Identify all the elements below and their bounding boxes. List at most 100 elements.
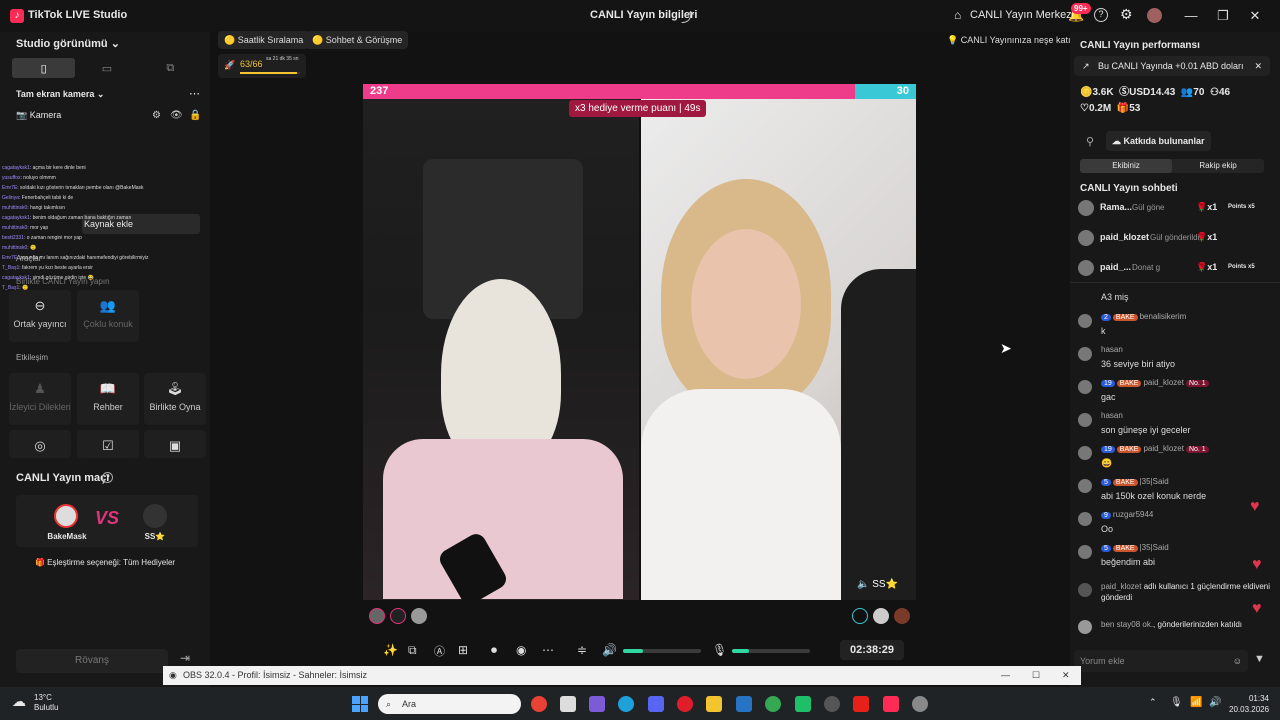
- viewer-wishes-button[interactable]: ♟ İzleyici Dilekleri: [9, 373, 71, 425]
- exit-icon[interactable]: ⇥: [180, 651, 190, 665]
- eye-icon[interactable]: 👁: [170, 110, 183, 121]
- comment-input[interactable]: Yorum ekle ☺: [1074, 650, 1248, 672]
- mail-icon[interactable]: [736, 696, 752, 712]
- fan-badge: BAKE: [1112, 314, 1138, 321]
- maximize-button[interactable]: ❐: [1213, 6, 1233, 26]
- minimize-button[interactable]: —: [1181, 6, 1201, 26]
- portrait-view-button[interactable]: ▯: [12, 58, 76, 78]
- chrome-icon[interactable]: [531, 696, 547, 712]
- landscape-view-button[interactable]: ▭: [75, 58, 138, 78]
- likes-value: 0.2M: [1088, 103, 1112, 114]
- source-settings-icon[interactable]: ⚙: [152, 110, 161, 121]
- close-button[interactable]: ✕: [1245, 6, 1265, 26]
- cheer-button[interactable]: 💡 CANLI Yayınınıza neşe katın: [941, 31, 1081, 49]
- match-option[interactable]: 🎁 Eşleştirme seçeneği: Tüm Hediyeler: [35, 558, 175, 567]
- windows-start-icon[interactable]: [352, 696, 368, 712]
- box-tool-button[interactable]: ▣: [144, 430, 206, 458]
- chat-user: |35|Said: [1139, 477, 1169, 486]
- share-icon[interactable]: ⤴: [681, 7, 694, 26]
- rival-gifter-1-avatar[interactable]: [852, 608, 868, 624]
- contributor-add-icon[interactable]: ⚲: [1086, 135, 1094, 148]
- second-person: [841, 269, 916, 600]
- live-preview[interactable]: 🔈 SS⭐ 237 30 x3 hediye verme puanı | 49s: [363, 84, 916, 600]
- mic-icon[interactable]: 🎙: [712, 643, 727, 657]
- obs-minimize-button[interactable]: —: [1001, 666, 1010, 685]
- help-icon[interactable]: ?: [1094, 8, 1108, 22]
- edge-icon[interactable]: [618, 696, 634, 712]
- discord-icon[interactable]: [648, 696, 664, 712]
- folder-icon[interactable]: [706, 696, 722, 712]
- clock-time: 01:34: [1248, 694, 1269, 703]
- volume-icon[interactable]: 🔊: [602, 643, 617, 657]
- chat-meet-button[interactable]: 🟡 Sohbet & Görüşme: [306, 31, 409, 49]
- cohost-button[interactable]: ⊖ Ortak yayıncı: [9, 290, 71, 342]
- top-gifter-1-avatar[interactable]: [369, 608, 385, 624]
- scene-dropdown[interactable]: Tam ekran kamera ⌄: [16, 89, 104, 100]
- tab-my-team[interactable]: Ekibiniz: [1080, 159, 1172, 173]
- avatar[interactable]: [1147, 8, 1162, 23]
- youtube-icon[interactable]: [853, 696, 869, 712]
- more-options-icon[interactable]: ⋯: [542, 643, 554, 657]
- dual-view-button[interactable]: ⧉: [139, 58, 202, 78]
- app-icon[interactable]: [795, 696, 811, 712]
- record-icon[interactable]: ⏺: [491, 643, 497, 658]
- rival-gifter-2-avatar[interactable]: [873, 608, 889, 624]
- hourly-rank-button[interactable]: 🟡 Saatlik Sıralama: [218, 31, 310, 49]
- clock[interactable]: 01:34 20.03.2026: [1229, 693, 1269, 715]
- dismiss-icon[interactable]: ✕: [1254, 56, 1262, 76]
- play-together-button[interactable]: 🕹 Birlikte Oyna: [144, 373, 206, 425]
- studio-view-dropdown[interactable]: Studio görünümü ⌄: [16, 37, 120, 50]
- camera-switch-icon[interactable]: ◉: [516, 643, 526, 657]
- weather-widget[interactable]: 13°C Bulutlu: [34, 693, 58, 713]
- contributors-button[interactable]: ☁ Katkıda bulunanlar: [1106, 131, 1211, 151]
- live-center-button[interactable]: CANLI Yayın Merkezi: [970, 9, 1074, 21]
- top-gifter-3-avatar[interactable]: [411, 608, 427, 624]
- guide-label: Rehber: [93, 402, 123, 412]
- taskbar-search[interactable]: ⌕ Ara: [378, 694, 521, 714]
- ai-effects-icon[interactable]: Ⓐ: [434, 643, 445, 659]
- lock-icon[interactable]: 🔒: [189, 110, 201, 121]
- overlay-chat-line: Gelinya: Fenerbahçeli tabii ki de: [2, 193, 207, 203]
- pinned-gift-row: paid_klozet Gül gönderildi 🌹x1: [1078, 230, 1274, 248]
- mic-slider[interactable]: [732, 649, 810, 653]
- emoji-icon[interactable]: ☺: [1233, 650, 1242, 672]
- chevron-up-icon[interactable]: ⌃: [1149, 697, 1157, 708]
- guest-shirt: [641, 389, 841, 600]
- home-icon[interactable]: ⌂: [954, 8, 961, 22]
- obs-maximize-button[interactable]: ☐: [1032, 666, 1040, 685]
- mixer-icon[interactable]: ≑: [577, 643, 587, 657]
- chat-meta: hasan: [1101, 345, 1280, 354]
- rival-gifter-3-avatar[interactable]: [894, 608, 910, 624]
- obs-window-bar[interactable]: ◉ OBS 32.0.4 - Profil: İsimsiz - Sahnele…: [163, 666, 1081, 685]
- rematch-button[interactable]: Rövanş: [16, 649, 168, 673]
- volume-slider[interactable]: [623, 649, 701, 653]
- opera-icon[interactable]: [677, 696, 693, 712]
- overlay-chat-line: cagatayksk1: açma bir kere dinle beni: [2, 163, 207, 173]
- tab-rival-team[interactable]: Rakip ekip: [1172, 159, 1264, 173]
- add-overlay-icon[interactable]: ⊞: [458, 643, 468, 657]
- goal-progress[interactable]: 🚀 63/66 sa 21 dk 35 sn: [218, 54, 306, 78]
- store-icon[interactable]: [560, 696, 576, 712]
- weather-icon[interactable]: ☁: [12, 693, 26, 710]
- screen-share-icon[interactable]: ⧉: [408, 643, 417, 658]
- steam-icon[interactable]: [824, 696, 840, 712]
- settings-taskbar-icon[interactable]: [912, 696, 928, 712]
- match-help-icon[interactable]: ?: [102, 472, 113, 483]
- volume-tray-icon[interactable]: 🔊: [1209, 697, 1221, 708]
- magic-icon[interactable]: ✨: [383, 643, 398, 657]
- mic-tray-icon[interactable]: 🎙: [1170, 697, 1183, 708]
- network-icon[interactable]: 📶: [1190, 697, 1202, 708]
- guide-button[interactable]: 📖 Rehber: [77, 373, 139, 425]
- send-icon[interactable]: ▼: [1254, 653, 1265, 665]
- camera-source[interactable]: 📷 Kamera: [16, 110, 61, 121]
- teams-icon[interactable]: [589, 696, 605, 712]
- more-icon[interactable]: ⋯: [189, 87, 200, 100]
- checklist-tool-button[interactable]: ☑: [77, 430, 139, 458]
- top-gifter-2-avatar[interactable]: [390, 608, 406, 624]
- target-tool-button[interactable]: ◎: [9, 430, 71, 458]
- multi-guest-button[interactable]: 👥 Çoklu konuk: [77, 290, 139, 342]
- gear-icon[interactable]: ⚙: [1120, 6, 1133, 23]
- tiktok-taskbar-icon[interactable]: [883, 696, 899, 712]
- obs-close-button[interactable]: ✕: [1062, 666, 1070, 685]
- chrome-2-icon[interactable]: [765, 696, 781, 712]
